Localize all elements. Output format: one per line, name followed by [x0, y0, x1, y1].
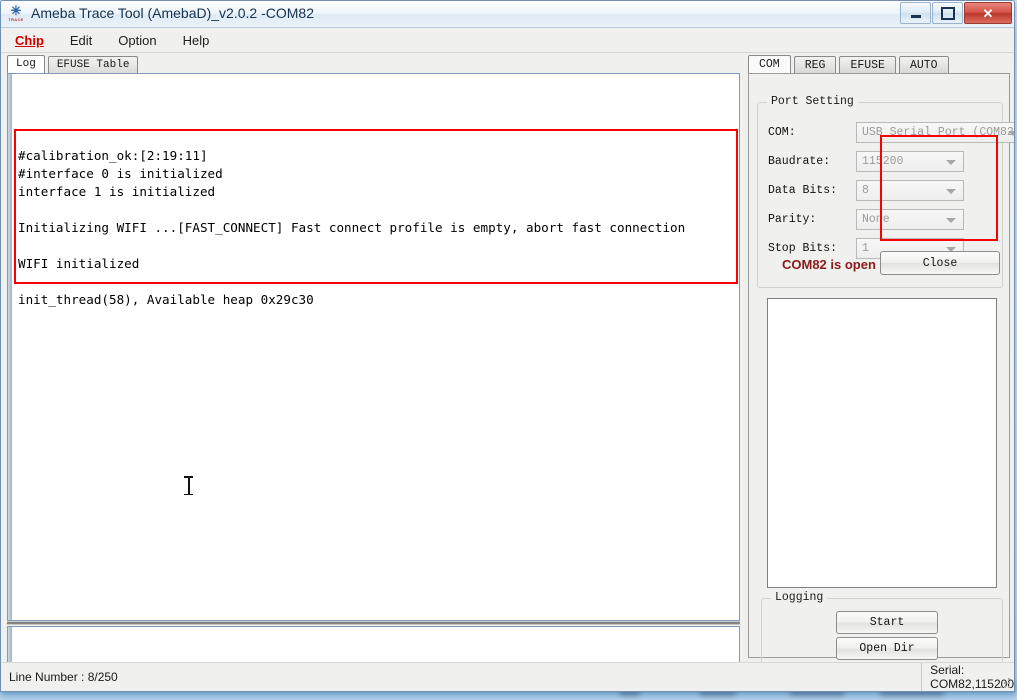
com-status-label: COM82 is open — [782, 257, 876, 272]
right-tab-strip: COM REG EFUSE AUTO — [748, 55, 952, 74]
port-setting-title: Port Setting — [767, 95, 858, 108]
resize-grip-icon[interactable] — [998, 676, 1010, 688]
close-button[interactable]: ✕ — [964, 2, 1012, 24]
app-icon-glyph: ✳ — [10, 3, 22, 18]
tab-auto[interactable]: AUTO — [898, 56, 949, 74]
minimize-button[interactable] — [900, 2, 931, 24]
data-bits-select[interactable]: 8 — [856, 179, 964, 201]
log-left-gutter — [8, 74, 12, 620]
label-baudrate: Baudrate: — [768, 154, 831, 168]
chevron-down-icon — [946, 188, 956, 194]
window-title: Ameba Trace Tool (AmebaD)_v2.0.2 -COM82 — [31, 5, 314, 21]
log-text-content: #calibration_ok:[2:19:11] #interface 0 i… — [18, 147, 686, 307]
field-parity: Parity: None — [768, 208, 964, 230]
maximize-icon — [940, 6, 955, 20]
close-icon: ✕ — [982, 5, 994, 21]
baudrate-select[interactable]: 115200 — [856, 150, 964, 172]
tab-efuse[interactable]: EFUSE — [839, 56, 896, 74]
com-port-select[interactable]: USB Serial Port (COM82) — [856, 121, 1015, 143]
tab-reg[interactable]: REG — [793, 56, 837, 74]
log-output-panel[interactable]: #calibration_ok:[2:19:11] #interface 0 i… — [7, 73, 740, 621]
parity-value: None — [862, 212, 890, 226]
baudrate-value: 115200 — [862, 154, 904, 168]
label-com: COM: — [768, 125, 796, 139]
field-baudrate: Baudrate: 115200 — [768, 150, 964, 172]
label-data-bits: Data Bits: — [768, 183, 838, 197]
chevron-down-icon — [1008, 130, 1014, 136]
app-icon-subtext: TRACE — [8, 17, 24, 22]
open-dir-button[interactable]: Open Dir — [836, 637, 938, 660]
tab-efuse-table[interactable]: EFUSE Table — [47, 56, 139, 73]
minimize-icon — [910, 14, 921, 18]
label-stop-bits: Stop Bits: — [768, 241, 838, 255]
trace-app-icon: ✳ TRACE — [7, 3, 25, 23]
right-pane: COM REG EFUSE AUTO Port Setting COM: USB… — [748, 53, 1014, 668]
menu-item-option[interactable]: Option — [118, 33, 156, 48]
left-tab-strip: Log EFUSE Table — [7, 55, 141, 73]
field-com: COM: USB Serial Port (COM82) — [768, 121, 1015, 143]
data-bits-value: 8 — [862, 183, 869, 197]
status-line-number: Line Number : 8/250 — [1, 663, 923, 691]
menu-item-edit[interactable]: Edit — [70, 33, 92, 48]
left-pane: Log EFUSE Table #calibration_ok:[2:19:11… — [3, 53, 744, 691]
logging-title: Logging — [771, 591, 828, 604]
tab-log[interactable]: Log — [7, 55, 45, 73]
field-data-bits: Data Bits: 8 — [768, 179, 964, 201]
port-setting-group: Port Setting COM: USB Serial Port (COM82… — [757, 95, 1014, 288]
window-body: Log EFUSE Table #calibration_ok:[2:19:11… — [1, 53, 1014, 691]
logging-group: Logging Start Open Dir — [761, 591, 1003, 668]
stop-bits-value: 1 — [862, 241, 869, 255]
menu-item-help[interactable]: Help — [183, 33, 210, 48]
output-display-box[interactable] — [767, 298, 997, 588]
label-parity: Parity: — [768, 212, 817, 226]
close-port-button[interactable]: Close — [880, 251, 1000, 275]
tab-com[interactable]: COM — [748, 55, 791, 74]
pane-splitter[interactable] — [7, 621, 740, 625]
application-window: ✳ TRACE Ameba Trace Tool (AmebaD)_v2.0.2… — [0, 0, 1015, 692]
parity-select[interactable]: None — [856, 208, 964, 230]
menu-bar: Chip Edit Option Help — [1, 28, 1014, 53]
menu-item-chip[interactable]: Chip — [15, 33, 44, 48]
com-tab-panel: Port Setting COM: USB Serial Port (COM82… — [748, 73, 1014, 668]
window-controls: ✕ — [900, 2, 1012, 24]
text-cursor-icon — [184, 476, 193, 495]
title-bar[interactable]: ✳ TRACE Ameba Trace Tool (AmebaD)_v2.0.2… — [1, 1, 1014, 28]
maximize-button[interactable] — [932, 2, 963, 24]
com-port-value: USB Serial Port (COM82) — [862, 125, 1015, 139]
chevron-down-icon — [946, 217, 956, 223]
chevron-down-icon — [946, 159, 956, 165]
start-logging-button[interactable]: Start — [836, 611, 938, 634]
status-bar: Line Number : 8/250 Serial: COM82,115200 — [1, 662, 1014, 691]
